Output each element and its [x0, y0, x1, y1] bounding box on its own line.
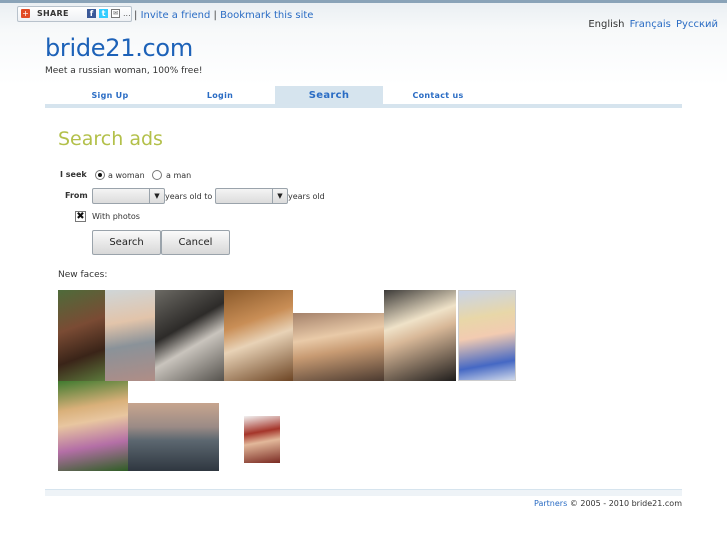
radio-woman-label: a woman [108, 171, 145, 180]
copyright-text: © 2005 - 2010 bride21.com [569, 499, 682, 508]
twitter-icon[interactable]: t [99, 9, 108, 18]
share-label: SHARE [37, 9, 69, 18]
with-photos-checkbox[interactable]: ✖ [75, 211, 86, 222]
years-to-label: years old to [165, 192, 213, 201]
main-nav: Sign Up Login Search Contact us [45, 86, 682, 105]
page-title: Search ads [58, 128, 163, 150]
language-switcher: English Français Русский [588, 19, 718, 30]
email-icon[interactable]: ✉ [111, 9, 120, 18]
footer: Partners © 2005 - 2010 bride21.com [534, 499, 682, 508]
nav-search[interactable]: Search [275, 86, 383, 105]
nav-underline [45, 104, 682, 108]
nav-login[interactable]: Login [175, 86, 265, 105]
site-logo[interactable]: bride21.com [45, 34, 193, 62]
profile-photo[interactable] [224, 290, 293, 381]
with-photos-label: With photos [92, 212, 140, 221]
language-french-link[interactable]: Français [630, 19, 671, 30]
nav-contact-us[interactable]: Contact us [393, 86, 483, 105]
from-label: From [65, 191, 88, 200]
bookmark-link[interactable]: Bookmark this site [220, 10, 313, 21]
age-max-select[interactable]: ▼ [215, 188, 288, 204]
chevron-down-icon: ▼ [272, 189, 287, 203]
profile-photo[interactable] [458, 290, 516, 381]
separator: | [213, 10, 217, 21]
nav-sign-up[interactable]: Sign Up [65, 86, 155, 105]
profile-photo[interactable] [244, 416, 280, 463]
radio-man[interactable] [152, 170, 162, 180]
new-faces-label: New faces: [58, 270, 108, 280]
top-border [0, 0, 727, 3]
profile-photo[interactable] [105, 290, 155, 381]
profile-photo[interactable] [384, 290, 456, 381]
top-links: | Invite a friend | Bookmark this site [134, 10, 313, 21]
profile-photo[interactable] [293, 313, 384, 381]
share-button[interactable]: + SHARE f t ✉ ... [17, 6, 132, 22]
language-english: English [588, 19, 625, 30]
radio-man-label: a man [166, 171, 192, 180]
language-russian-link[interactable]: Русский [676, 19, 718, 30]
invite-friend-link[interactable]: Invite a friend [141, 10, 211, 21]
radio-woman[interactable] [95, 170, 105, 180]
profile-photo[interactable] [58, 290, 105, 381]
chevron-down-icon: ▼ [149, 189, 164, 203]
facebook-icon[interactable]: f [87, 9, 96, 18]
years-old-label: years old [288, 192, 325, 201]
partners-link[interactable]: Partners [534, 499, 567, 508]
separator: | [134, 10, 138, 21]
site-tagline: Meet a russian woman, 100% free! [45, 66, 203, 76]
cancel-button[interactable]: Cancel [161, 230, 230, 255]
profile-photo[interactable] [58, 381, 128, 471]
age-min-select[interactable]: ▼ [92, 188, 165, 204]
profile-photo[interactable] [155, 290, 224, 381]
profile-photo[interactable] [128, 403, 219, 471]
plus-icon: + [21, 9, 30, 18]
seek-label: I seek [60, 170, 87, 179]
more-icon[interactable]: ... [123, 7, 131, 21]
footer-divider [45, 489, 682, 496]
search-button[interactable]: Search [92, 230, 161, 255]
